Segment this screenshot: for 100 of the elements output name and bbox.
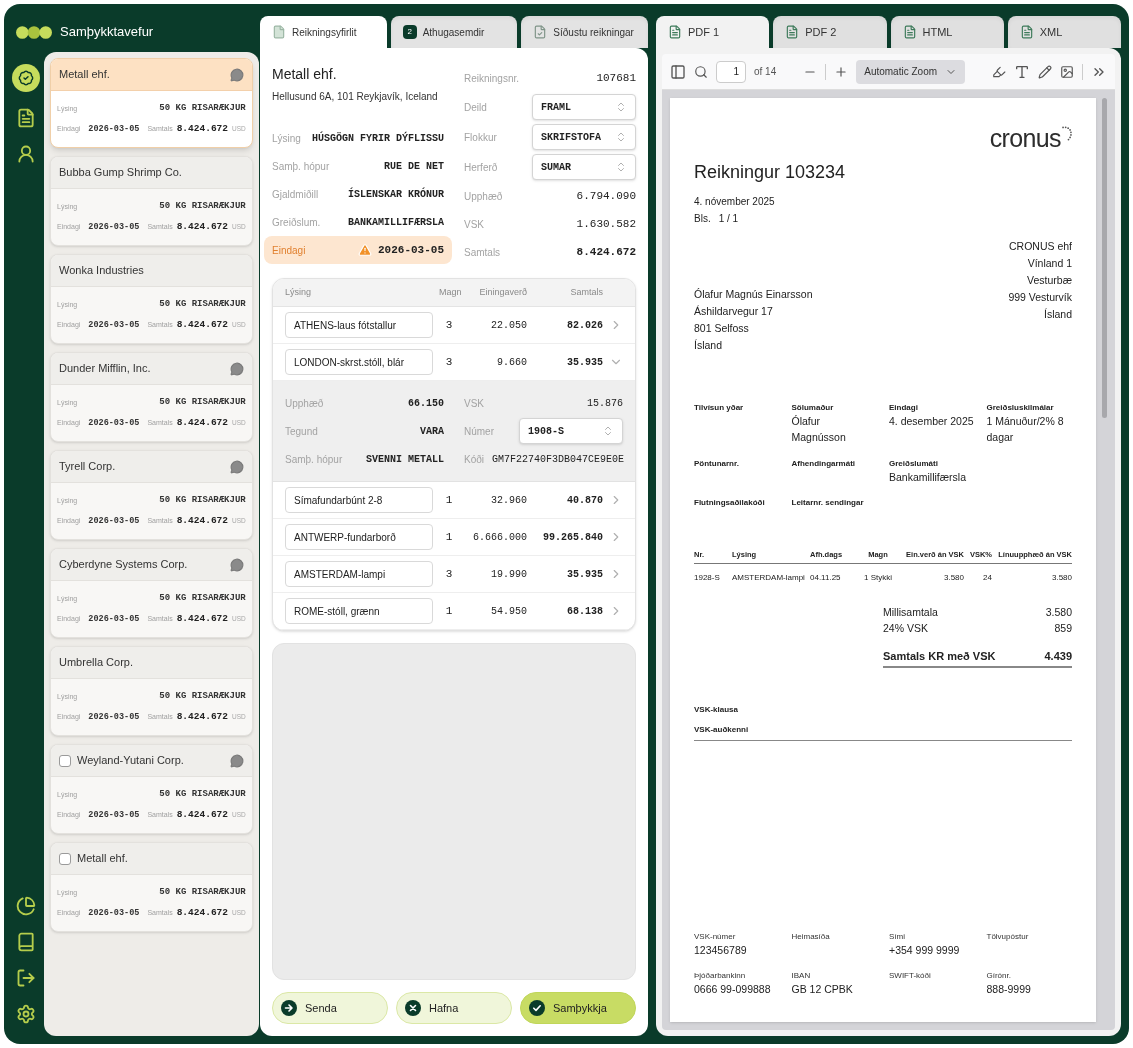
speech-bubble-icon[interactable] [229,753,244,768]
quantity-cell-text: 3 [444,566,454,582]
checkbox[interactable] [59,852,71,865]
tab[interactable]: 2 Athugasemdir [390,16,518,48]
select-field[interactable]: FRAML [532,94,636,120]
zoom-in-icon[interactable] [834,64,849,79]
quantity-cell-text: 1 [444,492,454,508]
description-input[interactable]: AMSTERDAM-lampi [285,561,433,587]
page-number-input[interactable]: 1 [716,60,746,83]
image-icon[interactable] [1060,64,1074,79]
invoice-date: 4. nóvember 2025 [694,195,776,209]
column-header: Einingaverð [478,285,527,299]
column-header: Magn [439,285,459,299]
zoom-select[interactable]: Automatic Zoom [856,59,966,84]
select-field[interactable]: 1908-S [519,418,623,444]
tab[interactable]: HTML [890,16,1004,48]
badge-check-icon[interactable] [12,64,40,92]
due-date-value: 2026-03-05 [88,906,140,920]
description-input[interactable]: LONDON-skrst.stóll, blár [285,349,433,375]
footer-label: Sími [889,930,906,943]
line-total-cell-text: 68.138 [566,604,603,619]
description-input[interactable]: ROME-stóll, grænn [285,598,433,624]
field-value: SVENNI METALL [366,452,444,467]
logout-icon[interactable] [16,968,36,988]
description-value: 50 KG RISARÆKJUR [159,102,246,116]
count-badge: 2 [402,25,417,39]
invoice-title: Reikningur 103234 [694,161,847,184]
checkbox[interactable] [59,754,71,767]
highlighter-icon[interactable] [992,64,1006,79]
settings-icon[interactable] [16,1004,36,1024]
info-value: Bankamillifærsla [889,469,968,485]
description-input[interactable]: ATHENS-laus fótstallur [285,312,433,338]
speech-bubble-icon[interactable] [229,459,244,474]
person-icon[interactable] [16,144,36,164]
unit-price-cell-text: 6.666.000 [472,530,527,545]
total-value: 8.424.672 [176,807,228,822]
action-button[interactable]: Samþykkja [520,992,636,1024]
field-value: HÚSGÖGN FYRIR DÝFLISSU [311,130,444,146]
speech-bubble-icon[interactable] [229,67,244,82]
x-circle-icon [405,1000,421,1016]
text-tool-icon[interactable] [1014,63,1030,80]
field-value: BANKAMILLIFÆRSLA [348,215,444,230]
field-value: 6.794.090 [576,188,636,204]
field-label: Greiðslum. [272,215,321,230]
tab[interactable]: Síðustu reikningar [521,16,648,48]
field-label: VSK [464,396,484,411]
seller-address-line: Ísland [1043,307,1072,322]
document-icon[interactable] [16,108,36,128]
table-cell: AMSTERDAM-lampi [732,571,806,584]
tab[interactable]: Reikningsyfirlit [260,16,387,48]
field-label: Upphæð [464,189,503,204]
total-value: 8.424.672 [176,317,228,332]
tab[interactable]: PDF 1 [656,16,770,48]
speech-bubble-icon[interactable] [229,557,244,572]
file-icon [272,25,286,39]
book-icon[interactable] [16,932,36,952]
field-value: VARA [420,424,444,439]
field-value: 66.150 [408,396,444,411]
info-value: Ólafur Magnússon [791,414,847,445]
vendor-name: Metall ehf. [272,65,338,84]
field-label: Gjaldmiðill [272,187,319,202]
info-label: Leitarnr. sendingar [791,497,865,510]
company-name: Umbrella Corp. [59,655,134,671]
info-label: Greiðsluskilmálar [986,402,1055,414]
search-icon[interactable] [694,64,708,79]
vat-label: VSK-auðkenni [694,724,1072,741]
seller-address-line: CRONUS ehf [1009,239,1072,254]
vendor-address: Hellusund 6A, 101 Reykjavík, Iceland [272,90,439,104]
action-button[interactable]: Hafna [396,992,512,1024]
total-value: 8.424.672 [176,905,228,920]
description-input[interactable]: ANTWERP-fundarborð [285,524,433,550]
select-field[interactable]: SKRIFSTOFA [532,124,636,150]
grand-total-value: 4.439 [1044,648,1072,664]
logo-icon [16,25,52,39]
arrow-circle-icon [281,1000,297,1016]
due-date-value: 2026-03-05 [88,808,140,822]
action-button[interactable]: Senda [272,992,388,1024]
field-label: Lýsing [272,131,301,146]
sidebar-toggle-icon[interactable] [670,63,686,80]
totals-value: 3.580 [1045,604,1072,620]
customer-address-line: Áshildarvegur 17 [694,304,774,319]
column-header: Samtals [569,285,603,299]
company-name: Dunder Mifflin, Inc. [59,361,152,377]
select-field[interactable]: SUMAR [532,154,636,180]
tab[interactable]: XML [1007,16,1121,48]
field-value: 1.630.582 [576,216,636,232]
speech-bubble-icon[interactable] [229,361,244,376]
pie-chart-icon[interactable] [16,896,36,916]
table-cell-text: 1 Stykki [863,571,893,584]
customer-address-line: 801 Selfoss [694,321,750,336]
quantity-cell-text: 3 [444,354,454,370]
page-count: of 14 [754,65,777,79]
unit-price-cell-text: 54.950 [490,604,527,619]
scrollbar-thumb[interactable] [1102,98,1107,418]
document-icon [668,25,682,39]
pencil-icon[interactable] [1038,64,1052,79]
table-cell-text: 24 [982,571,992,584]
description-input[interactable]: Símafundarbúnt 2-8 [285,487,433,513]
tab[interactable]: PDF 2 [773,16,887,48]
total-value: 8.424.672 [176,121,228,136]
